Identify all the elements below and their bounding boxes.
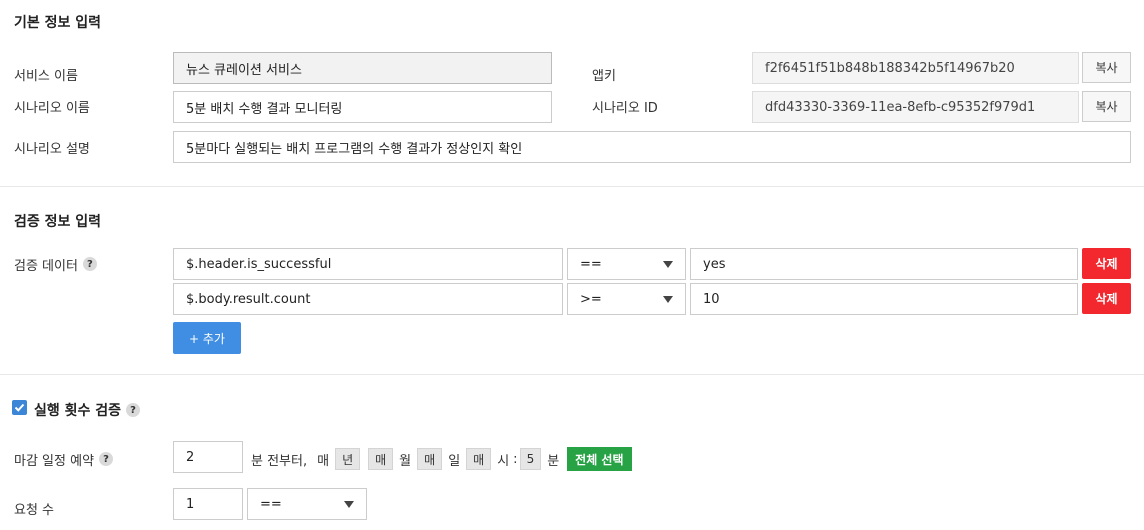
select-all-button[interactable]: 전체 선택: [567, 447, 632, 471]
request-count-input[interactable]: 1: [173, 488, 243, 520]
scenario-desc-field[interactable]: 5분마다 실행되는 배치 프로그램의 수행 결과가 정상인지 확인: [173, 131, 1131, 163]
scenario-id-label: 시나리오 ID: [592, 100, 658, 116]
deadline-label-row: 마감 일정 예약 ?: [14, 443, 114, 475]
hour-text: 시: [497, 453, 510, 469]
deadline-label: 마감 일정 예약: [14, 453, 95, 469]
verify-path-field[interactable]: $.body.result.count: [173, 283, 563, 315]
verify-operator-select[interactable]: ==: [567, 248, 686, 280]
help-icon[interactable]: ?: [126, 403, 141, 417]
day-text: 일: [448, 453, 461, 469]
delete-row-button[interactable]: 삭제: [1082, 283, 1131, 314]
exec-count-title-row: 실행 횟수 검증 ?: [34, 400, 141, 420]
chevron-down-icon: [663, 260, 673, 268]
verify-operator-value: >=: [580, 291, 602, 307]
minute-text: 분: [547, 453, 560, 469]
appkey-field[interactable]: f2f6451f51b848b188342b5f14967b20: [752, 52, 1079, 84]
verify-value-field[interactable]: 10: [690, 283, 1078, 315]
year-chip[interactable]: 년: [335, 448, 361, 470]
every-text: 매: [317, 453, 330, 469]
add-row-button[interactable]: + 추가: [173, 322, 241, 354]
before-text: 분 전부터,: [251, 453, 308, 469]
verify-path-field[interactable]: $.header.is_successful: [173, 248, 563, 280]
minute-chip[interactable]: 5: [519, 448, 542, 470]
scenario-name-field[interactable]: 5분 배치 수행 결과 모니터링: [173, 91, 552, 123]
section-divider: [0, 374, 1144, 375]
request-count-label: 요청 수: [14, 502, 55, 518]
exec-count-checkbox[interactable]: [12, 400, 27, 415]
help-icon[interactable]: ?: [99, 452, 114, 466]
service-name-label: 서비스 이름: [14, 68, 78, 84]
copy-scenario-id-button[interactable]: 복사: [1082, 91, 1131, 122]
section-divider: [0, 186, 1144, 187]
basic-info-title: 기본 정보 입력: [14, 15, 102, 31]
scenario-desc-label: 시나리오 설명: [14, 141, 90, 157]
chevron-down-icon: [344, 500, 354, 508]
scenario-name-label: 시나리오 이름: [14, 100, 90, 116]
chevron-down-icon: [663, 295, 673, 303]
service-name-field[interactable]: 뉴스 큐레이션 서비스: [173, 52, 552, 84]
schedule-row: 분 전부터, 매 년 매 월 매 일 매 시 : 5 분 전체 선택: [251, 447, 632, 471]
request-operator-select[interactable]: ==: [247, 488, 367, 520]
scenario-id-field[interactable]: dfd43330-3369-11ea-8efb-c95352f979d1: [752, 91, 1079, 123]
appkey-label: 앱키: [592, 68, 616, 84]
verify-value-field[interactable]: yes: [690, 248, 1078, 280]
check-icon: [14, 403, 25, 412]
delete-row-button[interactable]: 삭제: [1082, 248, 1131, 279]
day-chip[interactable]: 매: [417, 448, 443, 470]
month-chip[interactable]: 매: [368, 448, 394, 470]
month-text: 월: [399, 453, 412, 469]
verify-data-label: 검증 데이터 ?: [14, 248, 97, 280]
verify-operator-select[interactable]: >=: [567, 283, 686, 315]
deadline-minutes-input[interactable]: 2: [173, 441, 243, 473]
exec-count-title: 실행 횟수 검증: [34, 403, 122, 419]
help-icon[interactable]: ?: [82, 257, 97, 271]
verify-data-label-text: 검증 데이터: [14, 258, 78, 274]
verify-operator-value: ==: [580, 256, 602, 272]
colon-text: :: [513, 451, 518, 467]
verify-info-title: 검증 정보 입력: [14, 214, 102, 230]
copy-appkey-button[interactable]: 복사: [1082, 52, 1131, 83]
hour-chip[interactable]: 매: [466, 448, 492, 470]
request-operator-value: ==: [260, 496, 282, 512]
